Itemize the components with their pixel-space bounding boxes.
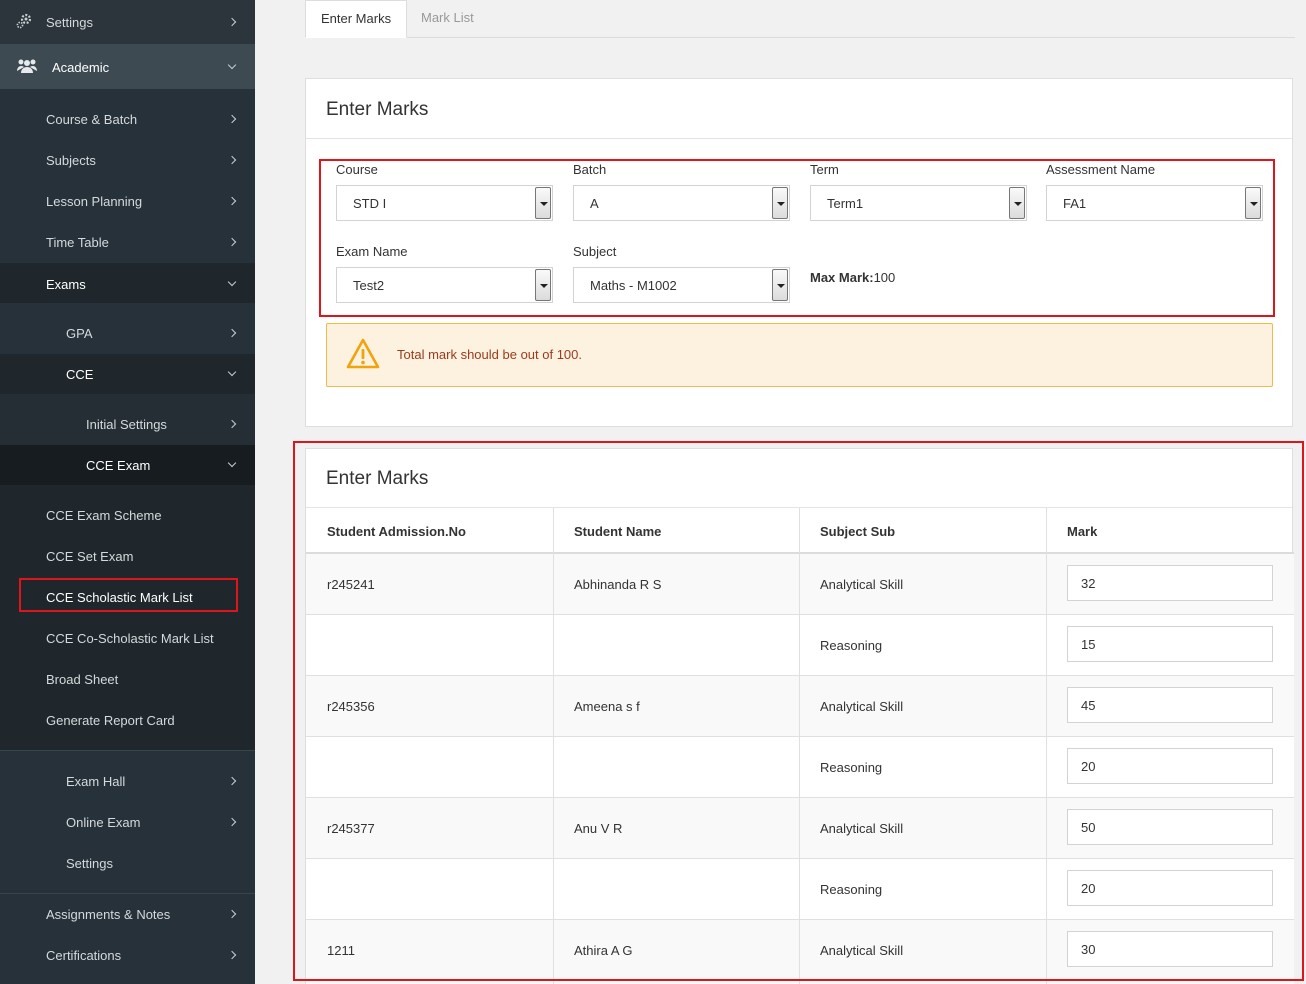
sidebar-item-initial-settings[interactable]: Initial Settings — [0, 394, 255, 445]
chevron-right-icon — [227, 328, 237, 338]
sidebar-item-label: Course & Batch — [46, 112, 138, 127]
sidebar-item-cce-set-exam[interactable]: CCE Set Exam — [0, 536, 255, 577]
sidebar-item-gpa[interactable]: GPA — [0, 303, 255, 354]
tab-bar: Enter Marks Mark List — [305, 0, 1295, 38]
tab-enter-marks[interactable]: Enter Marks — [305, 0, 408, 38]
sidebar-item-label: CCE Set Exam — [46, 549, 134, 564]
sidebar-item-label: Academic — [52, 60, 110, 75]
sidebar-item-exams[interactable]: Exams — [0, 263, 255, 303]
sidebar-item-cce-exam[interactable]: CCE Exam — [0, 445, 255, 485]
sidebar-item-broad-sheet[interactable]: Broad Sheet — [0, 659, 255, 700]
sidebar-item-course-batch[interactable]: Course & Batch — [0, 99, 255, 140]
sidebar-item-label: Certifications — [46, 948, 122, 963]
sidebar-item-label: Generate Report Card — [46, 713, 175, 728]
sidebar-item-label: Settings — [66, 856, 113, 871]
sidebar-item-label: Exams — [46, 277, 86, 292]
chevron-right-icon — [227, 196, 237, 206]
sidebar-item-label: GPA — [66, 326, 93, 341]
sidebar-item-certifications[interactable]: Certifications — [0, 935, 255, 976]
sidebar-item-cce-exam-scheme[interactable]: CCE Exam Scheme — [0, 495, 255, 536]
gear-icon — [16, 13, 32, 29]
sidebar: Settings Academic Course & Batch Subject… — [0, 0, 255, 984]
sidebar-item-label: Exam Hall — [66, 774, 126, 789]
warning-alert: Total mark should be out of 100. — [326, 323, 1273, 387]
chevron-down-icon — [227, 277, 237, 289]
divider — [306, 138, 1292, 139]
sidebar-item-generate-report-card[interactable]: Generate Report Card — [0, 700, 255, 741]
sidebar-item-label: Subjects — [46, 153, 96, 168]
sidebar-item-label: Lesson Planning — [46, 194, 143, 209]
sidebar-item-label: Assignments & Notes — [46, 907, 171, 922]
tab-mark-list[interactable]: Mark List — [406, 0, 489, 38]
sidebar-item-label: Broad Sheet — [46, 672, 119, 687]
sidebar-item-label: CCE — [66, 367, 94, 382]
sidebar-item-subjects[interactable]: Subjects — [0, 140, 255, 181]
sidebar-item-online-exam[interactable]: Online Exam — [0, 802, 255, 843]
sidebar-item-label: Settings — [46, 15, 93, 30]
highlight-box — [293, 441, 1304, 981]
sidebar-item-label: Online Exam — [66, 815, 141, 830]
chevron-right-icon — [227, 419, 237, 429]
chevron-down-icon — [227, 458, 237, 470]
sidebar-item-lesson-planning[interactable]: Lesson Planning — [0, 181, 255, 222]
chevron-right-icon — [227, 817, 237, 827]
warning-icon — [346, 338, 380, 370]
chevron-down-icon — [227, 60, 237, 72]
chevron-down-icon — [227, 367, 237, 379]
main-content: Enter Marks Mark List Enter Marks Course… — [255, 0, 1306, 984]
sidebar-item-label: CCE Exam — [86, 458, 151, 473]
sidebar-item-exam-hall[interactable]: Exam Hall — [0, 761, 255, 802]
chevron-right-icon — [227, 17, 237, 27]
chevron-right-icon — [227, 155, 237, 165]
sidebar-item-cce-co-scholastic-mark-list[interactable]: CCE Co-Scholastic Mark List — [0, 618, 255, 659]
highlight-box — [319, 159, 1275, 317]
chevron-right-icon — [227, 909, 237, 919]
chevron-right-icon — [227, 237, 237, 247]
sidebar-item-label: Time Table — [46, 235, 109, 250]
highlight-box — [19, 578, 238, 612]
alert-message: Total mark should be out of 100. — [397, 347, 583, 362]
chevron-right-icon — [227, 776, 237, 786]
sidebar-item-academic[interactable]: Academic — [0, 44, 255, 89]
sidebar-item-label: CCE Exam Scheme — [46, 508, 162, 523]
sidebar-item-settings[interactable]: Settings — [0, 0, 255, 44]
sidebar-item-label: Initial Settings — [86, 417, 167, 432]
sidebar-item-assignments-notes[interactable]: Assignments & Notes — [0, 894, 255, 935]
users-icon — [16, 58, 38, 74]
sidebar-item-time-table[interactable]: Time Table — [0, 222, 255, 263]
panel-title: Enter Marks — [326, 99, 429, 120]
chevron-right-icon — [227, 114, 237, 124]
sidebar-item-cce[interactable]: CCE — [0, 354, 255, 394]
sidebar-item-exam-settings[interactable]: Settings — [0, 843, 255, 884]
sidebar-item-label: CCE Co-Scholastic Mark List — [46, 631, 214, 646]
chevron-right-icon — [227, 950, 237, 960]
